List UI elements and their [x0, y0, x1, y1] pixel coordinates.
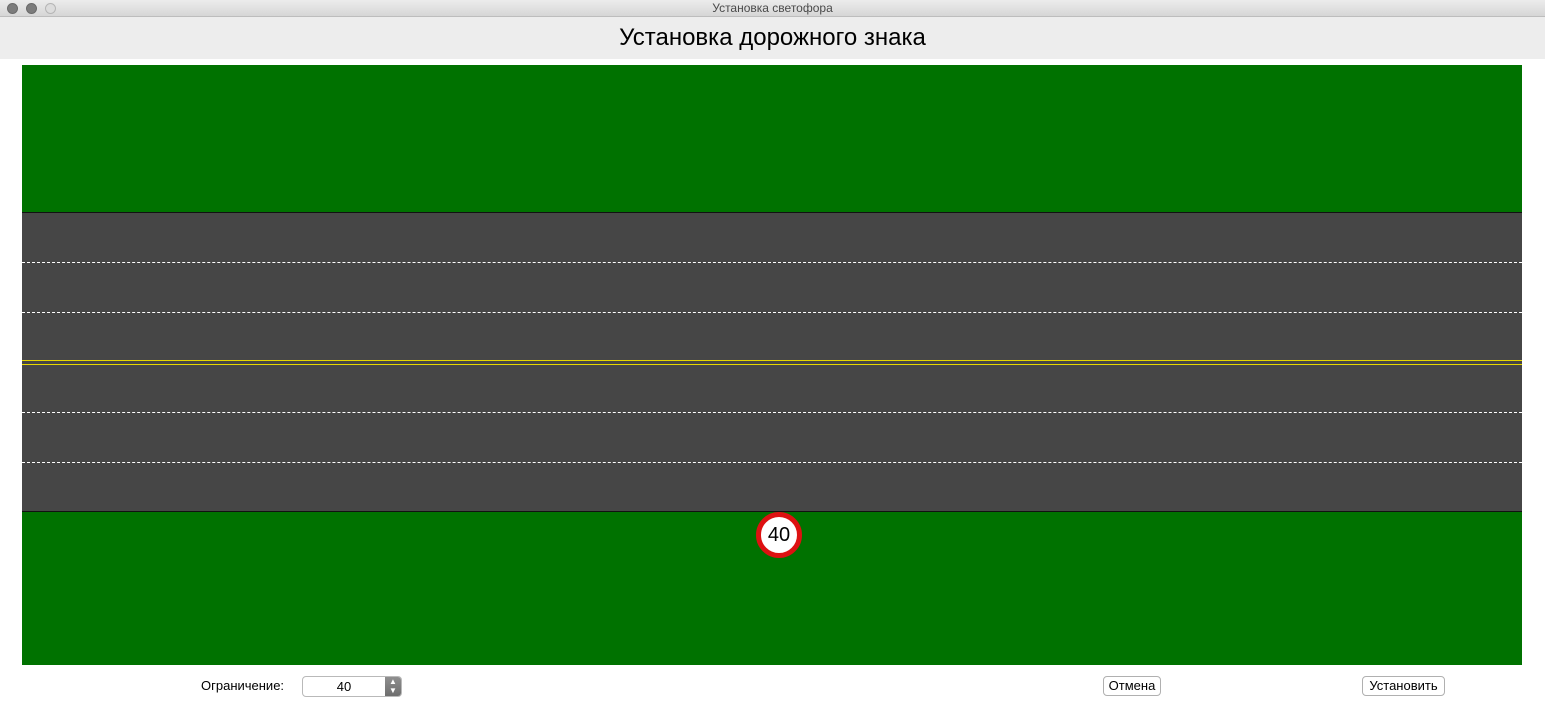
road-scene[interactable]: 40 [22, 65, 1522, 665]
road [22, 212, 1522, 512]
limit-label: Ограничение: [201, 678, 285, 693]
limit-stepper[interactable]: 40 ▲ ▼ [302, 676, 402, 697]
speed-limit-sign-icon[interactable]: 40 [756, 512, 802, 558]
page-title: Установка дорожного знака [619, 24, 926, 51]
cancel-button[interactable]: Отмена [1103, 676, 1161, 696]
speed-limit-sign-value: 40 [767, 523, 791, 546]
up-down-stepper-icon[interactable]: ▲ ▼ [385, 677, 401, 696]
window-titlebar: Установка светофора [0, 0, 1545, 17]
center-line [22, 360, 1522, 361]
stepper-up-arrow-icon[interactable]: ▲ [385, 677, 401, 686]
lane-divider [22, 412, 1522, 413]
install-button[interactable]: Установить [1362, 676, 1445, 696]
window-title: Установка светофора [712, 1, 833, 15]
lane-divider [22, 462, 1522, 463]
lane-divider [22, 262, 1522, 263]
limit-value-field[interactable]: 40 [303, 677, 385, 696]
lane-divider [22, 312, 1522, 313]
stepper-down-arrow-icon[interactable]: ▼ [385, 686, 401, 695]
page-header: Установка дорожного знака [0, 17, 1545, 59]
center-line [22, 364, 1522, 365]
